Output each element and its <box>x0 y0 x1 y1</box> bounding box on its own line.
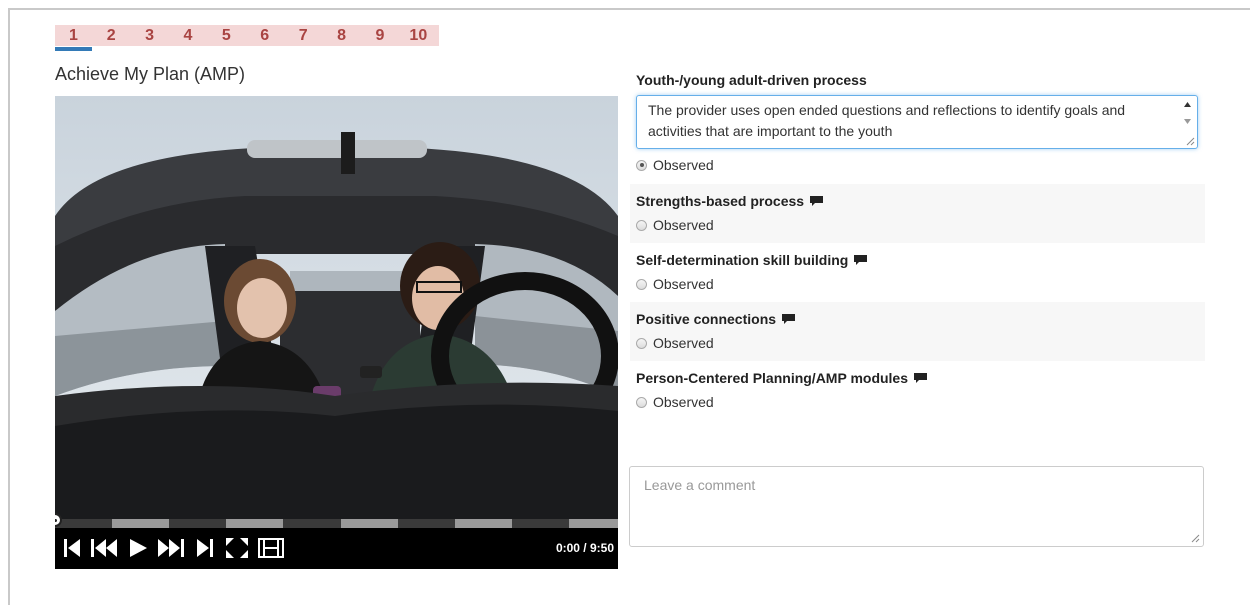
page-tab-5[interactable]: 5 <box>207 25 245 46</box>
observed-radio[interactable] <box>636 337 647 349</box>
seek-bar[interactable] <box>55 513 618 528</box>
page-tab-2[interactable]: 2 <box>92 25 130 46</box>
fast-forward-icon[interactable] <box>157 537 185 559</box>
criterion-label-text: Person-Centered Planning/AMP modules <box>636 370 909 386</box>
seek-segment <box>226 519 283 528</box>
criterion-label: Youth-/young adult-driven process <box>636 72 1199 88</box>
page-tab-10[interactable]: 10 <box>399 25 437 46</box>
comment-icon[interactable] <box>781 313 796 325</box>
criterion-label: Strengths-based process <box>636 193 1199 209</box>
observed-label: Observed <box>653 157 714 173</box>
playback-time: 0:00 / 9:50 <box>555 541 614 555</box>
page-tab-4[interactable]: 4 <box>169 25 207 46</box>
criterion-label-text: Youth-/young adult-driven process <box>636 72 867 88</box>
video-frame-image <box>55 96 618 519</box>
comment-icon[interactable] <box>913 372 928 384</box>
page-tab-3[interactable]: 3 <box>130 25 168 46</box>
skip-to-end-icon[interactable] <box>196 537 214 559</box>
page-tab-6[interactable]: 6 <box>246 25 284 46</box>
observed-label: Observed <box>653 394 714 410</box>
criterion-label-text: Self-determination skill building <box>636 252 849 268</box>
criterion-person-centered-planning: Person-Centered Planning/AMP modules Obs… <box>630 361 1205 420</box>
leave-comment-textarea[interactable]: Leave a comment <box>629 466 1204 547</box>
page-tabs: 1 2 3 4 5 6 7 8 9 10 <box>55 25 439 51</box>
observed-radio[interactable] <box>636 278 647 290</box>
video-player[interactable]: 0:00 / 9:50 <box>55 96 618 569</box>
comment-placeholder: Leave a comment <box>644 477 756 493</box>
observed-label: Observed <box>653 217 714 233</box>
observed-label: Observed <box>653 276 714 292</box>
play-icon[interactable] <box>128 537 148 559</box>
page-tab-9[interactable]: 9 <box>361 25 399 46</box>
seek-segment <box>455 519 512 528</box>
criterion-label-text: Positive connections <box>636 311 777 327</box>
criterion-self-determination: Self-determination skill building Observ… <box>630 243 1205 302</box>
criterion-positive-connections: Positive connections Observed <box>630 302 1205 361</box>
criterion-label: Positive connections <box>636 311 1199 327</box>
skip-to-start-icon[interactable] <box>63 537 81 559</box>
resize-grip-icon[interactable] <box>1191 534 1200 543</box>
player-controls: 0:00 / 9:50 <box>55 528 618 569</box>
criterion-youth-driven: Youth-/young adult-driven process The pr… <box>630 68 1205 178</box>
criterion-comment-text: The provider uses open ended questions a… <box>648 102 1126 139</box>
observed-option[interactable]: Observed <box>636 217 1199 233</box>
page-tab-1[interactable]: 1 <box>55 25 92 51</box>
observed-option[interactable]: Observed <box>636 335 1199 351</box>
film-strip-icon[interactable] <box>258 537 284 559</box>
comment-icon[interactable] <box>853 254 868 266</box>
textarea-scroll-icon[interactable] <box>1181 99 1194 129</box>
criterion-comment-textarea[interactable]: The provider uses open ended questions a… <box>636 95 1198 149</box>
observed-label: Observed <box>653 335 714 351</box>
page-tab-7[interactable]: 7 <box>284 25 322 46</box>
criterion-label-text: Strengths-based process <box>636 193 805 209</box>
observed-radio[interactable] <box>636 396 647 408</box>
criterion-label: Self-determination skill building <box>636 252 1199 268</box>
observed-radio[interactable] <box>636 159 647 171</box>
video-title: Achieve My Plan (AMP) <box>55 64 246 84</box>
observed-option[interactable]: Observed <box>636 394 1199 410</box>
rewind-icon[interactable] <box>90 537 118 559</box>
criteria-panel: Youth-/young adult-driven process The pr… <box>630 68 1205 420</box>
seek-segment <box>112 519 169 528</box>
criterion-strengths-based: Strengths-based process Observed <box>630 184 1205 243</box>
observed-radio[interactable] <box>636 219 647 231</box>
fullscreen-icon[interactable] <box>225 537 249 559</box>
seek-segment <box>569 519 618 528</box>
page-tab-8[interactable]: 8 <box>322 25 360 46</box>
criterion-label: Person-Centered Planning/AMP modules <box>636 370 1199 386</box>
observed-option[interactable]: Observed <box>636 157 1199 173</box>
seek-segment <box>341 519 398 528</box>
resize-grip-icon[interactable] <box>1186 137 1195 146</box>
observed-option[interactable]: Observed <box>636 276 1199 292</box>
comment-icon[interactable] <box>809 195 824 207</box>
